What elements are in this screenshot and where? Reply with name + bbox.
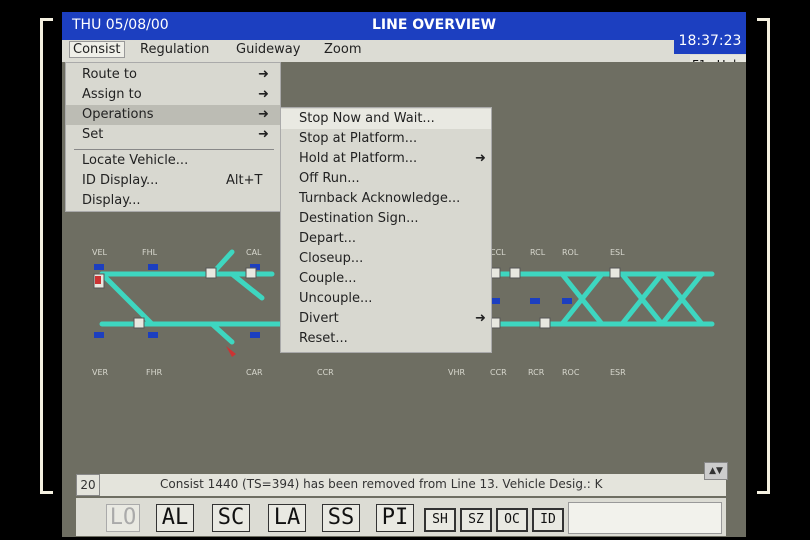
crossover-west xyxy=(99,271,155,327)
operator-screen: THU 05/08/00 LINE OVERVIEW Consist Regul… xyxy=(62,12,746,537)
station-ccr: CCR xyxy=(490,368,507,377)
station-vel: VEL xyxy=(92,248,107,257)
submenu-arrow-icon: ➜ xyxy=(258,87,269,102)
menu-item-route-to[interactable]: Route to ➜ xyxy=(66,65,280,85)
lo-button[interactable]: LO xyxy=(106,504,140,532)
spur-car xyxy=(209,321,235,345)
station-cal: CAL xyxy=(246,248,262,257)
title-bar: THU 05/08/00 LINE OVERVIEW xyxy=(62,12,746,40)
menu-guideway[interactable]: Guideway xyxy=(236,42,300,57)
menu-item-closeup[interactable]: Closeup... xyxy=(281,249,491,269)
frame-bracket-left xyxy=(40,18,53,494)
id-button[interactable]: ID xyxy=(532,508,564,532)
menu-item-uncouple[interactable]: Uncouple... xyxy=(281,289,491,309)
sc-button[interactable]: SC xyxy=(212,504,250,532)
menu-item-turnback-acknowledge[interactable]: Turnback Acknowledge... xyxy=(281,189,491,209)
submenu-arrow-icon: ➜ xyxy=(258,67,269,82)
station-roc: ROC xyxy=(562,368,580,377)
submenu-arrow-icon: ➜ xyxy=(475,151,486,166)
menu-item-id-display[interactable]: ID Display... Alt+T xyxy=(66,171,280,191)
menu-item-locate-vehicle[interactable]: Locate Vehicle... xyxy=(66,151,280,171)
menu-item-destination-sign[interactable]: Destination Sign... xyxy=(281,209,491,229)
info-box xyxy=(568,502,722,534)
operations-submenu: Stop Now and Wait... Stop at Platform...… xyxy=(280,107,492,353)
clock: 18:37:23 xyxy=(674,28,746,54)
ss-button[interactable]: SS xyxy=(322,504,360,532)
menu-consist[interactable]: Consist xyxy=(69,41,125,58)
station-vhr: VHR xyxy=(448,368,466,377)
station-esl: ESL xyxy=(610,248,625,257)
menu-item-stop-at-platform[interactable]: Stop at Platform... xyxy=(281,129,491,149)
consist-menu: Route to ➜ Assign to ➜ Operations ➜ Set ➜ Lo… xyxy=(65,62,281,212)
function-button-bar: LO AL SC LA SS PI SH SZ OC ID xyxy=(76,498,726,536)
status-bar: 20 Consist 1440 (TS=394) has been remove… xyxy=(76,462,728,496)
la-button[interactable]: LA xyxy=(268,504,306,532)
menu-item-off-run[interactable]: Off Run... xyxy=(281,169,491,189)
scroll-arrows-icon[interactable]: ▲▼ xyxy=(704,462,728,480)
car-marker xyxy=(226,346,236,357)
station-ccr-west: CCR xyxy=(317,368,334,377)
menu-zoom[interactable]: Zoom xyxy=(324,42,361,57)
message-count: 20 xyxy=(76,474,100,496)
station-rcr: RCR xyxy=(528,368,545,377)
date-label: THU 05/08/00 xyxy=(72,17,169,33)
menu-item-display[interactable]: Display... xyxy=(66,191,280,211)
station-fhr: FHR xyxy=(146,368,163,377)
menu-separator xyxy=(74,149,274,150)
al-button[interactable]: AL xyxy=(156,504,194,532)
frame-bracket-right xyxy=(757,18,770,494)
station-fhl: FHL xyxy=(142,248,158,257)
station-rol: ROL xyxy=(562,248,579,257)
submenu-arrow-icon: ➜ xyxy=(258,127,269,142)
menu-item-set[interactable]: Set ➜ xyxy=(66,125,280,145)
sh-button[interactable]: SH xyxy=(424,508,456,532)
station-rcl: RCL xyxy=(530,248,546,257)
submenu-arrow-icon: ➜ xyxy=(258,107,269,122)
alarm-marker xyxy=(95,276,101,284)
sz-button[interactable]: SZ xyxy=(460,508,492,532)
submenu-arrow-icon: ➜ xyxy=(475,311,486,326)
menu-item-assign-to[interactable]: Assign to ➜ xyxy=(66,85,280,105)
menu-item-depart[interactable]: Depart... xyxy=(281,229,491,249)
menu-item-hold-at-platform[interactable]: Hold at Platform... ➜ xyxy=(281,149,491,169)
station-ver: VER xyxy=(92,368,109,377)
oc-button[interactable]: OC xyxy=(496,508,528,532)
status-message: Consist 1440 (TS=394) has been removed f… xyxy=(160,477,603,491)
menu-item-couple[interactable]: Couple... xyxy=(281,269,491,289)
station-car: CAR xyxy=(246,368,263,377)
station-esr: ESR xyxy=(610,368,626,377)
menu-bar: Consist Regulation Guideway Zoom xyxy=(62,40,746,62)
menu-item-stop-now-and-wait[interactable]: Stop Now and Wait... xyxy=(281,109,491,129)
station-ccl: CCL xyxy=(490,248,506,257)
window-title: LINE OVERVIEW xyxy=(372,17,497,33)
menu-item-divert[interactable]: Divert ➜ xyxy=(281,309,491,329)
menu-item-operations[interactable]: Operations ➜ xyxy=(66,105,280,125)
menu-regulation[interactable]: Regulation xyxy=(140,42,209,57)
menu-item-reset[interactable]: Reset... xyxy=(281,329,491,349)
pi-button[interactable]: PI xyxy=(376,504,414,532)
